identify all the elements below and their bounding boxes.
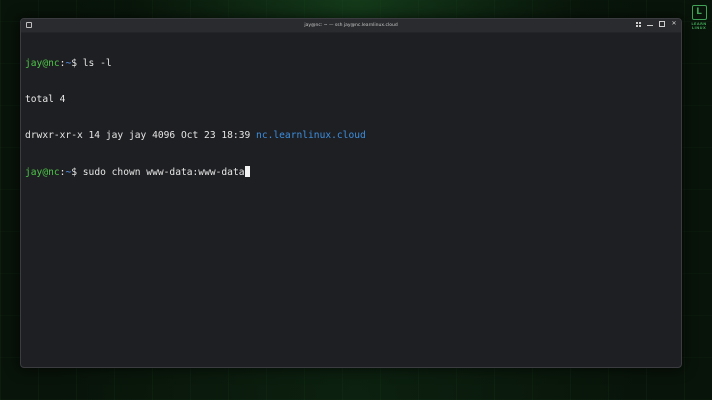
close-icon[interactable]: ✕ xyxy=(671,21,677,27)
terminal-icon[interactable] xyxy=(26,22,32,28)
window-title: jay@nc: ~ — ssh jay@nc.learnlinux.cloud xyxy=(304,23,398,28)
learn-linux-logo-icon: L xyxy=(691,5,707,20)
prompt-user: jay@nc xyxy=(25,58,60,69)
window-controls: ✕ xyxy=(636,21,677,27)
output-text: total 4 xyxy=(25,94,66,105)
prompt-user: jay@nc xyxy=(25,167,60,178)
command-text: ls -l xyxy=(77,58,112,69)
learn-linux-logo: L LEARN LINUX xyxy=(689,5,709,35)
minimize-icon[interactable] xyxy=(647,21,653,27)
terminal-line: total 4 xyxy=(25,94,677,106)
command-input[interactable]: sudo chown www-data:www-data xyxy=(77,167,245,178)
output-text: drwxr-xr-x 14 jay jay 4096 Oct 23 18:39 xyxy=(25,130,257,141)
text-cursor xyxy=(244,166,250,177)
directory-name: nc.learnlinux.cloud xyxy=(256,130,366,141)
grid-view-icon[interactable] xyxy=(636,21,641,27)
terminal-window[interactable]: jay@nc: ~ — ssh jay@nc.learnlinux.cloud … xyxy=(20,18,682,368)
terminal-output[interactable]: jay@nc:~$ ls -l total 4 drwxr-xr-x 14 ja… xyxy=(21,33,681,203)
terminal-line: drwxr-xr-x 14 jay jay 4096 Oct 23 18:39 … xyxy=(25,130,677,142)
terminal-line: jay@nc:~$ ls -l xyxy=(25,58,677,70)
terminal-line[interactable]: jay@nc:~$ sudo chown www-data:www-data xyxy=(25,166,677,178)
window-titlebar[interactable]: jay@nc: ~ — ssh jay@nc.learnlinux.cloud … xyxy=(21,19,681,33)
logo-text: LEARN LINUX xyxy=(691,22,707,30)
maximize-icon[interactable] xyxy=(659,21,665,27)
